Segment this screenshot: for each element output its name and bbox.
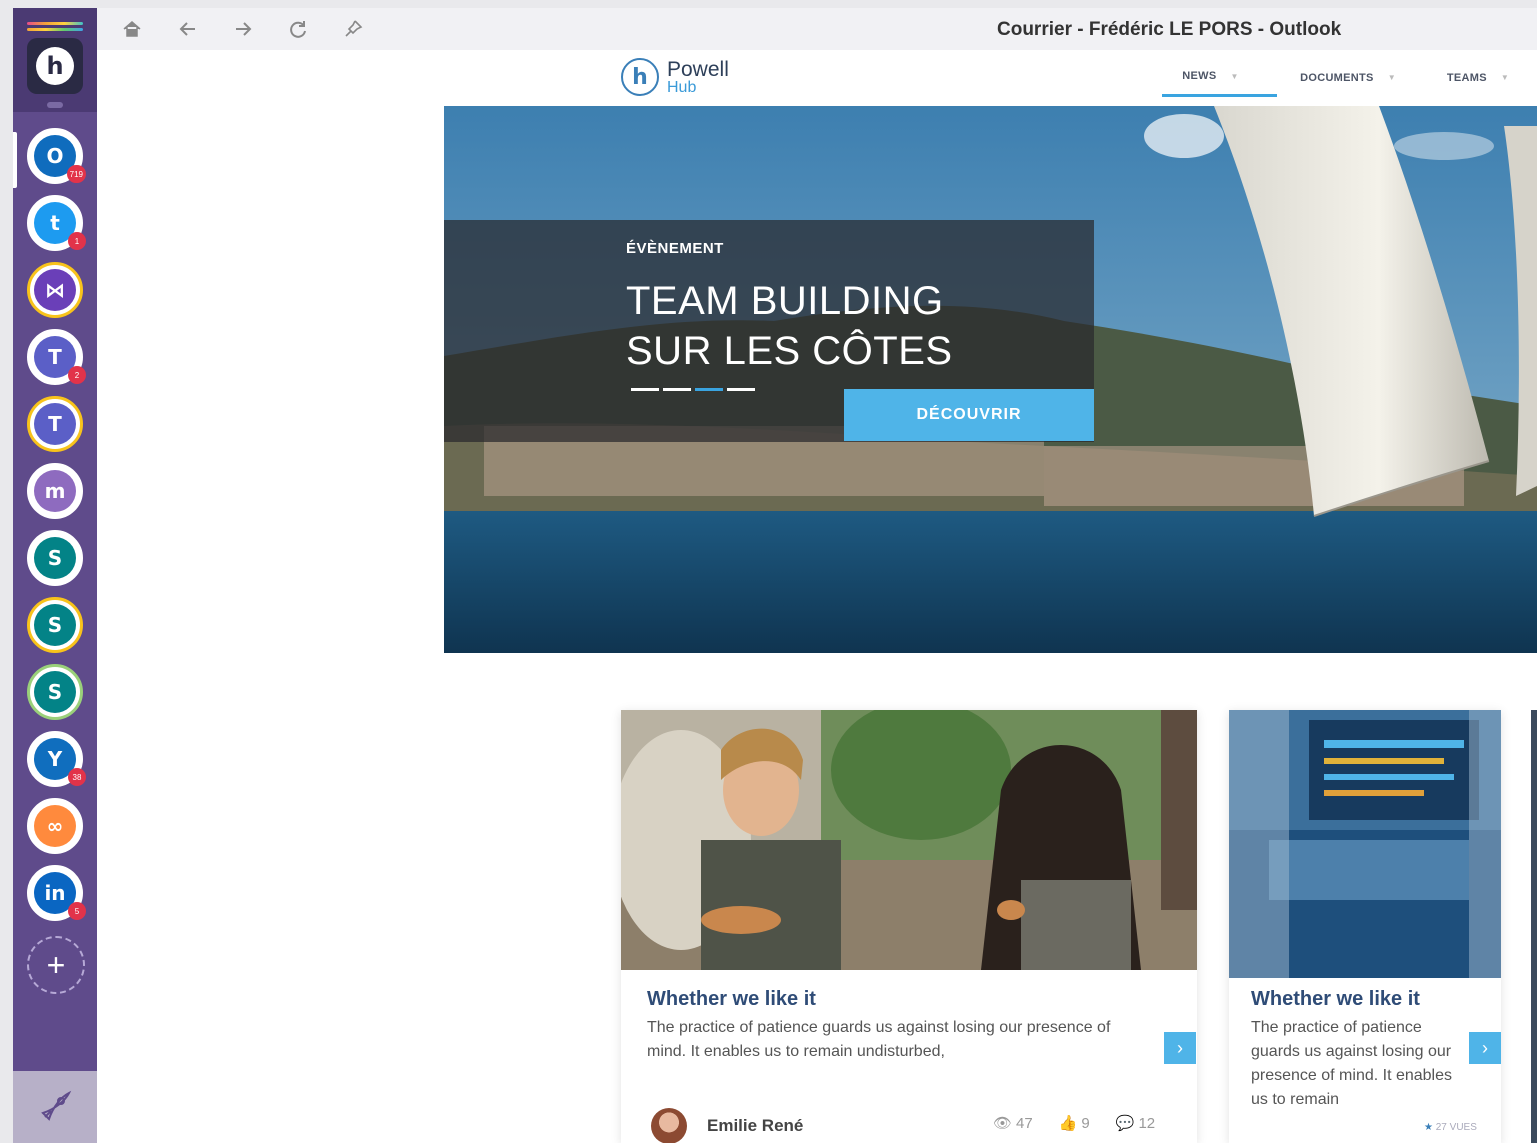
star-icon: ★ (1424, 1122, 1433, 1133)
card-excerpt: The practice of patience guards us again… (647, 1019, 1111, 1060)
views-count: 47 (1016, 1114, 1033, 1132)
likes-stat[interactable]: 👍 9 (1058, 1114, 1090, 1133)
app-teams-button[interactable]: T2 (27, 329, 86, 385)
refresh-icon[interactable] (285, 16, 311, 42)
comments-stat[interactable]: 💬 12 (1115, 1114, 1156, 1133)
app-twitter-button[interactable]: t1 (27, 195, 86, 251)
top-nav: NEWS ▼ DOCUMENTS ▼ TEAMS ▼ (1162, 70, 1537, 97)
sharepoint-2-icon: S (34, 604, 76, 646)
app-link-button[interactable]: ∞ (27, 798, 83, 854)
visual-studio-icon: ⋈ (34, 269, 76, 311)
notification-badge: 2 (68, 366, 86, 384)
app-sidebar: h O 719 t 1 ⋈ T 2 Tm S S S Y 38 ∞ in 5 + (13, 8, 97, 1143)
browser-toolbar: Courrier - Frédéric LE PORS - Outlook (97, 8, 1537, 50)
slide-dot[interactable] (663, 388, 691, 391)
app-outlook-button[interactable]: O 719 (27, 128, 86, 184)
card-title[interactable]: Whether we like it (647, 988, 816, 1011)
card-image (1229, 710, 1501, 978)
hero-title-line: TEAM BUILDING (626, 279, 944, 323)
rocket-icon (41, 1090, 72, 1121)
avatar (651, 1108, 687, 1143)
hub-page: h Powell Hub NEWS ▼ DOCUMENTS ▼ TEAMS ▼ (97, 50, 1537, 1143)
slide-dot-active[interactable] (695, 388, 723, 391)
views-label: ★ 27 VUES (1424, 1122, 1477, 1133)
hero-title: TEAM BUILDING SUR LES CÔTES (626, 276, 953, 376)
launch-button[interactable] (13, 1071, 97, 1143)
app-yammer-button[interactable]: Y 38 (27, 731, 86, 787)
card-author[interactable]: Emilie René (651, 1108, 803, 1143)
add-app-button[interactable]: + (27, 936, 85, 994)
back-arrow-icon[interactable] (175, 16, 201, 42)
card-image (621, 710, 1197, 970)
pin-icon[interactable] (340, 16, 366, 42)
eye-icon: 👁 (993, 1115, 1013, 1132)
slide-dot[interactable] (631, 388, 659, 391)
chevron-down-icon: ▼ (1387, 73, 1396, 82)
nav-documents-label: DOCUMENTS (1300, 71, 1374, 84)
app-sharepoint-3-button[interactable]: S (27, 664, 83, 720)
news-card[interactable]: Whether we like it The practice of patie… (621, 710, 1197, 1143)
card-stats: 👁 47 👍 9 💬 12 (993, 1114, 1156, 1133)
chevron-right-icon[interactable]: › (1469, 1032, 1501, 1064)
chevron-down-icon: ▼ (1500, 73, 1510, 82)
forward-arrow-icon[interactable] (230, 16, 256, 42)
nav-teams[interactable]: TEAMS ▼ (1437, 70, 1537, 97)
notification-badge: 1 (68, 232, 86, 250)
sharepoint-icon: S (34, 537, 76, 579)
author-name: Emilie René (707, 1116, 804, 1135)
next-card-peek (1531, 710, 1537, 1143)
views-text: 27 VUES (1435, 1122, 1477, 1133)
teams-2-icon: T (34, 403, 76, 445)
home-icon[interactable] (119, 16, 145, 42)
powell-hub-logo[interactable]: h Powell Hub (621, 58, 729, 96)
news-card[interactable]: Whether we like it The practice of patie… (1229, 710, 1501, 1143)
comment-icon: 💬 (1115, 1115, 1135, 1132)
powell-icon: m (34, 470, 76, 512)
link-icon: ∞ (34, 805, 76, 847)
sidebar-accent-bar-2 (27, 28, 83, 31)
discover-button[interactable]: DÉCOUVRIR (844, 389, 1094, 441)
brand-name: Powell (667, 57, 729, 81)
app-powell-button[interactable]: m (27, 463, 83, 519)
nav-news-label: NEWS (1182, 70, 1217, 82)
chevron-down-icon: ▼ (1230, 71, 1239, 81)
app-teams-2-button[interactable]: T (27, 396, 83, 452)
collapse-handle[interactable] (47, 102, 63, 108)
hero-title-line: SUR LES CÔTES (626, 329, 953, 373)
comments-count: 12 (1138, 1114, 1156, 1132)
hero-category: ÉVÈNEMENT (626, 240, 724, 257)
nav-documents[interactable]: DOCUMENTS ▼ (1277, 70, 1437, 97)
hub-logo-icon: h (36, 47, 74, 85)
nav-teams-label: TEAMS (1446, 71, 1487, 84)
card-excerpt: The practice of patience guards us again… (1251, 1019, 1453, 1108)
sidebar-header: h (13, 8, 97, 112)
app-linkedin-button[interactable]: in 5 (27, 865, 86, 921)
nav-news[interactable]: NEWS ▼ (1162, 70, 1277, 97)
likes-count: 9 (1081, 1114, 1090, 1132)
notification-badge: 719 (66, 165, 86, 183)
window-title: Courrier - Frédéric LE PORS - Outlook (997, 19, 1342, 40)
hub-logo-button[interactable]: h (27, 38, 83, 94)
slide-indicators (631, 388, 755, 391)
plus-icon: + (46, 946, 66, 983)
chevron-right-icon[interactable]: › (1164, 1032, 1196, 1064)
views-stat: 👁 47 (993, 1114, 1033, 1133)
thumbs-up-icon: 👍 (1058, 1115, 1078, 1132)
sharepoint-3-icon: S (34, 671, 76, 713)
card-title[interactable]: Whether we like it (1251, 988, 1420, 1011)
brand-sub: Hub (667, 78, 697, 96)
notification-badge: 38 (68, 768, 86, 786)
hero-banner: ÉVÈNEMENT TEAM BUILDING SUR LES CÔTES DÉ… (444, 106, 1537, 653)
app-visual-studio-button[interactable]: ⋈ (27, 262, 83, 318)
app-sharepoint-2-button[interactable]: S (27, 597, 83, 653)
powell-logo-icon: h (621, 58, 659, 96)
app-sharepoint-button[interactable]: S (27, 530, 83, 586)
slide-dot[interactable] (727, 388, 755, 391)
active-app-indicator (13, 132, 17, 188)
sidebar-accent-bar (27, 22, 83, 25)
notification-badge: 5 (68, 902, 86, 920)
